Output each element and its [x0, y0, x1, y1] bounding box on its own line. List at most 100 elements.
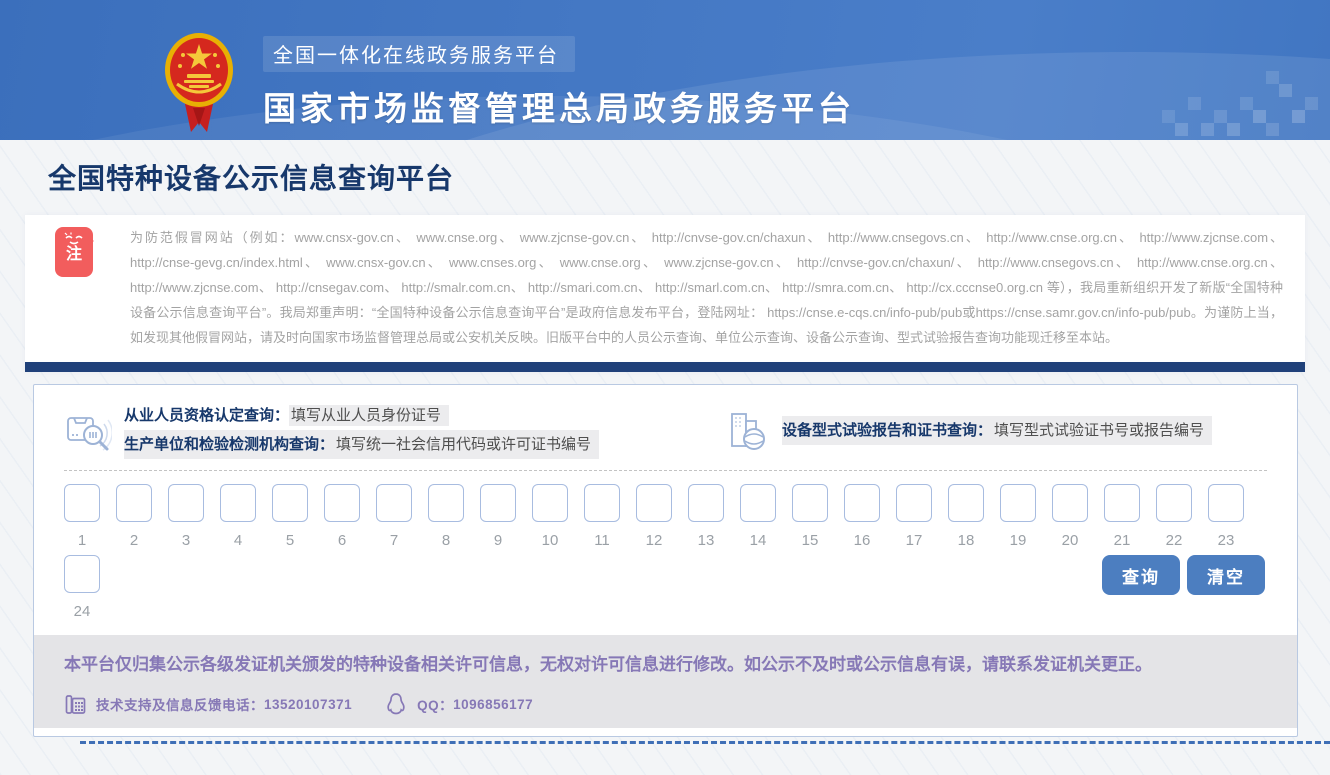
code-box-input-8[interactable]: [428, 484, 464, 522]
code-box-input-18[interactable]: [948, 484, 984, 522]
code-cell: 20: [1052, 484, 1088, 550]
code-box-number: 3: [168, 531, 204, 550]
code-cell: 19: [1000, 484, 1036, 550]
code-box-number: 16: [844, 531, 880, 550]
code-box-input-5[interactable]: [272, 484, 308, 522]
device-query-block: 设备型式试验报告和证书查询：填写型式试验证书号或报告编号: [724, 407, 1212, 453]
code-box-number: 11: [584, 531, 620, 550]
person-org-query-block: 从业人员资格认定查询：填写从业人员身份证号 生产单位和检验检测机构查询：填写统一…: [64, 401, 599, 459]
bottom-dashed-line: [80, 741, 1330, 744]
code-cell: 2: [116, 484, 152, 550]
device-query-line: 设备型式试验报告和证书查询：填写型式试验证书号或报告编号: [782, 416, 1212, 445]
code-box-input-19[interactable]: [1000, 484, 1036, 522]
code-box-number: 20: [1052, 531, 1088, 550]
code-cell: 21: [1104, 484, 1140, 550]
code-box-number: 15: [792, 531, 828, 550]
code-cell: 10: [532, 484, 568, 550]
code-box-number: 5: [272, 531, 308, 550]
code-cell: 15: [792, 484, 828, 550]
code-box-input-24[interactable]: [64, 555, 100, 593]
code-box-input-23[interactable]: [1208, 484, 1244, 522]
platform-title: 国家市场监督管理总局政务服务平台: [263, 82, 855, 130]
code-cell: 17: [896, 484, 932, 550]
code-cell: 14: [740, 484, 776, 550]
code-box-number: 22: [1156, 531, 1192, 550]
anti-fake-notice-text: 为防范假冒网站（例如：www.cnsx-gov.cn、 www.cnse.org…: [25, 215, 1305, 356]
query-panel: 从业人员资格认定查询：填写从业人员身份证号 生产单位和检验检测机构查询：填写统一…: [33, 384, 1298, 737]
clear-button[interactable]: 清空: [1187, 555, 1265, 595]
code-box-input-21[interactable]: [1104, 484, 1140, 522]
national-emblem-icon: [163, 22, 235, 136]
qq-number: 1096856177: [453, 697, 533, 712]
query-type-row: 从业人员资格认定查询：填写从业人员身份证号 生产单位和检验检测机构查询：填写统一…: [64, 401, 1267, 459]
code-cell: 24: [64, 555, 100, 621]
code-cell: 13: [688, 484, 724, 550]
code-box-input-3[interactable]: [168, 484, 204, 522]
code-cell: 9: [480, 484, 516, 550]
code-box-number: 21: [1104, 531, 1140, 550]
code-box-number: 6: [324, 531, 360, 550]
code-box-input-22[interactable]: [1156, 484, 1192, 522]
person-query-hint: 填写从业人员身份证号: [289, 405, 449, 426]
code-box-number: 12: [636, 531, 672, 550]
code-box-input-2[interactable]: [116, 484, 152, 522]
code-box-input-1[interactable]: [64, 484, 100, 522]
code-box-input-6[interactable]: [324, 484, 360, 522]
code-box-number: 4: [220, 531, 256, 550]
code-box-number: 10: [532, 531, 568, 550]
code-box-grid: 123456789101112131415161718192021222324 …: [64, 484, 1267, 621]
disclaimer-text: 本平台仅归集公示各级发证机关颁发的特种设备相关许可信息，无权对许可信息进行修改。…: [64, 650, 1267, 679]
code-cell: 7: [376, 484, 412, 550]
code-box-number: 14: [740, 531, 776, 550]
page-title: 全国特种设备公示信息查询平台: [48, 157, 1330, 197]
code-cell: 6: [324, 484, 360, 550]
code-box-input-14[interactable]: [740, 484, 776, 522]
org-query-hint: 填写统一社会信用代码或许可证书编号: [334, 434, 599, 455]
fax-phone-icon: [64, 693, 87, 716]
dashed-divider: [64, 470, 1267, 471]
qq-penguin-icon: [384, 692, 408, 716]
anti-fake-notice-card: 注 为防范假冒网站（例如：www.cnsx-gov.cn、 www.cnse.o…: [25, 215, 1305, 372]
code-box-number: 7: [376, 531, 412, 550]
code-box-input-12[interactable]: [636, 484, 672, 522]
qq-label: QQ：: [417, 694, 453, 714]
code-cell: 16: [844, 484, 880, 550]
code-box-input-4[interactable]: [220, 484, 256, 522]
code-cell: 8: [428, 484, 464, 550]
code-cell: 23: [1208, 484, 1244, 550]
code-box-number: 13: [688, 531, 724, 550]
code-cell: 12: [636, 484, 672, 550]
code-cell: 11: [584, 484, 620, 550]
note-badge-label: 注: [55, 246, 93, 264]
code-box-input-20[interactable]: [1052, 484, 1088, 522]
code-box-input-16[interactable]: [844, 484, 880, 522]
building-globe-icon: [724, 407, 770, 453]
code-box-input-7[interactable]: [376, 484, 412, 522]
phone-contact: 技术支持及信息反馈电话： 13520107371: [64, 693, 352, 716]
code-box-number: 8: [428, 531, 464, 550]
contact-row: 技术支持及信息反馈电话： 13520107371 QQ： 1096856177: [64, 692, 1267, 716]
phone-number: 13520107371: [264, 697, 352, 712]
qq-contact: QQ： 1096856177: [384, 692, 533, 716]
org-query-line: 生产单位和检验检测机构查询：填写统一社会信用代码或许可证书编号: [124, 430, 599, 459]
person-query-line: 从业人员资格认定查询：填写从业人员身份证号: [124, 401, 599, 430]
code-cell: 5: [272, 484, 308, 550]
code-cell: 22: [1156, 484, 1192, 550]
code-box-input-13[interactable]: [688, 484, 724, 522]
person-query-label: 从业人员资格认定查询：: [124, 407, 289, 424]
code-box-number: 9: [480, 531, 516, 550]
code-box-number: 17: [896, 531, 932, 550]
code-box-input-15[interactable]: [792, 484, 828, 522]
search-button[interactable]: 查询: [1102, 555, 1180, 595]
code-box-input-17[interactable]: [896, 484, 932, 522]
note-bubble-icon: 注: [55, 227, 93, 277]
code-box-number: 19: [1000, 531, 1036, 550]
code-box-input-9[interactable]: [480, 484, 516, 522]
code-cell: 18: [948, 484, 984, 550]
code-box-input-10[interactable]: [532, 484, 568, 522]
code-cell: 3: [168, 484, 204, 550]
code-box-number: 1: [64, 531, 100, 550]
device-query-label: 设备型式试验报告和证书查询：: [782, 422, 992, 439]
code-box-input-11[interactable]: [584, 484, 620, 522]
platform-subtitle: 全国一体化在线政务服务平台: [263, 36, 575, 72]
